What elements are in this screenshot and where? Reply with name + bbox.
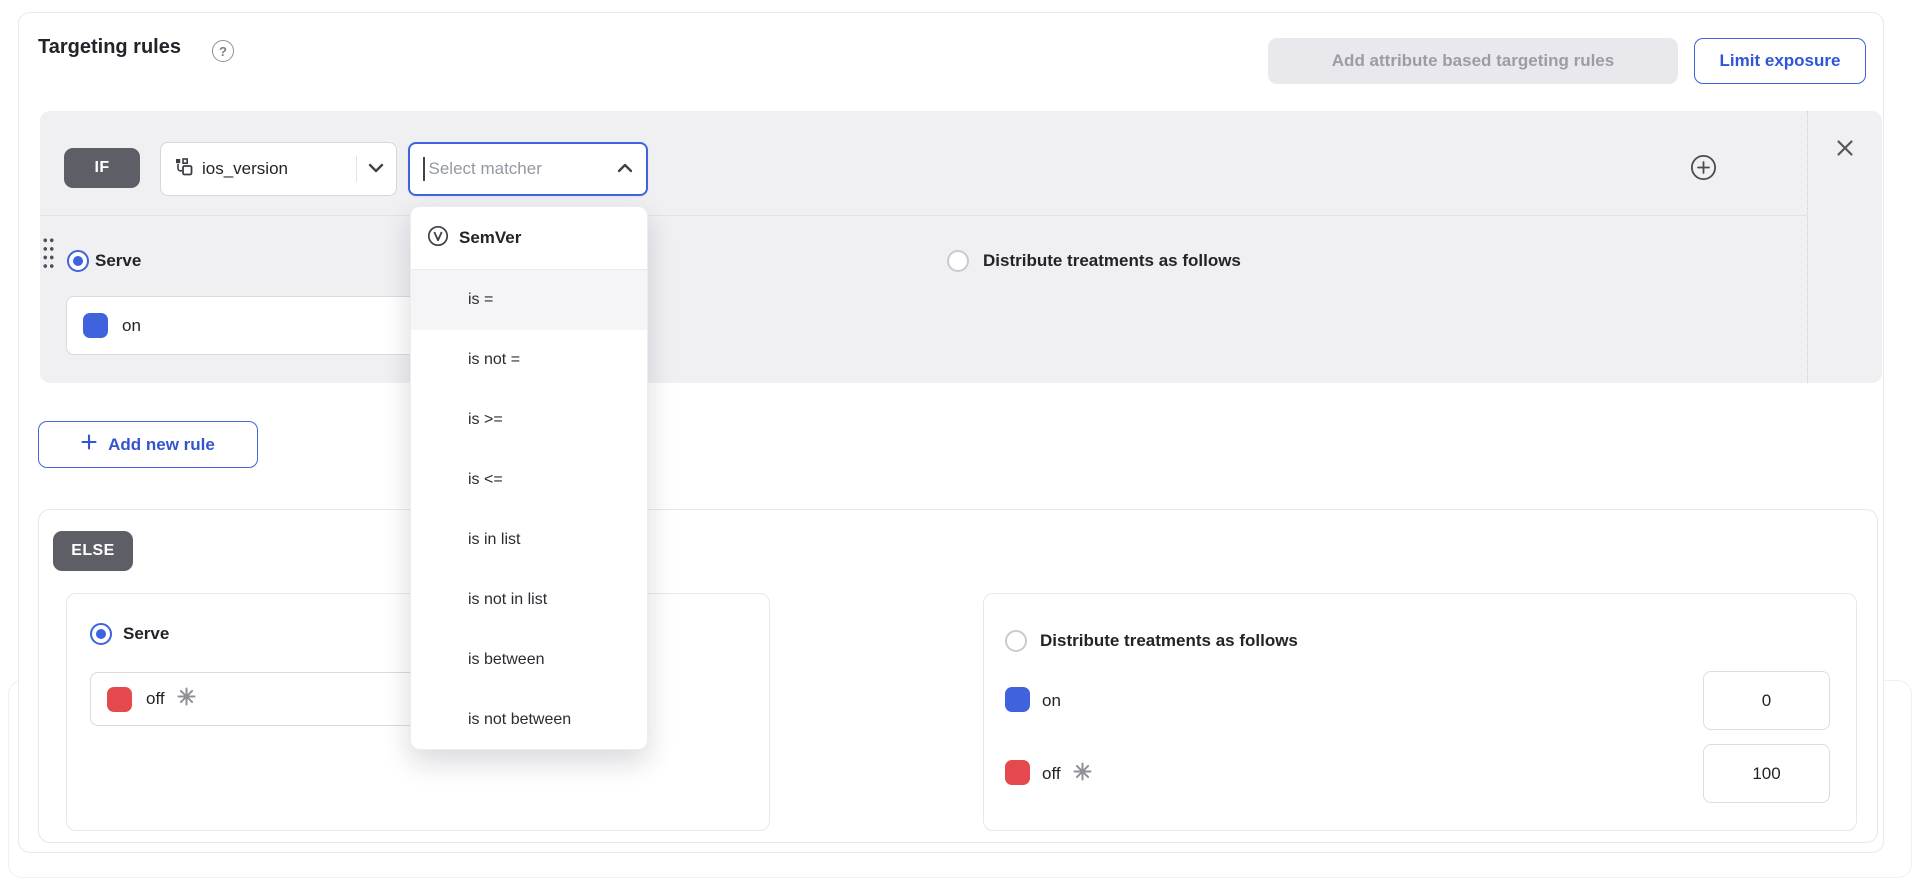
else-badge: ELSE [53,531,133,571]
else-treatment-select[interactable]: off [90,672,435,726]
help-icon[interactable]: ? [212,40,234,62]
matcher-option[interactable]: is not between [411,690,647,750]
else-serve-label: Serve [123,624,169,644]
rule-treatment-value: on [122,316,141,336]
else-distribute-radio[interactable] [1005,630,1027,652]
default-treatment-asterisk-icon [1073,762,1092,786]
treatment-on-swatch [83,313,108,338]
add-condition-icon[interactable] [1690,154,1717,181]
matcher-option[interactable]: is = [411,270,647,330]
add-attribute-rules-label: Add attribute based targeting rules [1332,51,1614,71]
default-treatment-asterisk-icon [177,687,196,711]
rule-distribute-radio[interactable] [947,250,969,272]
else-treatment-value: off [146,689,165,709]
matcher-group-header: SemVer [411,207,647,270]
attribute-select-separator [356,156,357,182]
matcher-select-input[interactable] [427,158,618,180]
rule-distribute-label: Distribute treatments as follows [983,251,1241,271]
else-distribute-label: Distribute treatments as follows [1040,631,1298,651]
plus-icon [81,434,97,455]
distribute-off-label: off [1042,764,1061,784]
matcher-option[interactable]: is between [411,630,647,690]
targeting-rules-page: Targeting rules ? Add attribute based ta… [0,0,1920,888]
distribute-off-percent-input[interactable] [1703,744,1830,803]
matcher-option[interactable]: is in list [411,510,647,570]
matcher-option[interactable]: is not in list [411,570,647,630]
treatment-off-swatch [1005,760,1030,785]
matcher-group-label: SemVer [459,228,521,248]
attribute-select-value: ios_version [202,159,288,179]
treatment-off-swatch [107,687,132,712]
page-title: Targeting rules [38,36,181,59]
rule-serve-radio[interactable] [67,250,89,272]
if-badge: IF [64,148,140,188]
matcher-option[interactable]: is >= [411,390,647,450]
limit-exposure-button[interactable]: Limit exposure [1694,38,1866,84]
attribute-select[interactable]: ios_version [160,142,397,196]
text-caret [423,157,425,181]
rule-card-divider [40,215,1807,216]
distribute-off-row-label: off [1042,762,1092,786]
distribute-on-percent-input[interactable] [1703,671,1830,730]
semver-icon [427,225,449,252]
matcher-dropdown-menu: SemVer is = is not = is >= is <= is in l… [410,206,648,750]
limit-exposure-label: Limit exposure [1720,51,1841,71]
rule-card-vertical-divider [1807,111,1808,383]
matcher-option[interactable]: is <= [411,450,647,510]
chevron-up-icon[interactable] [617,160,633,178]
distribute-on-label: on [1042,691,1061,711]
add-attribute-rules-button[interactable]: Add attribute based targeting rules [1268,38,1678,84]
add-new-rule-button[interactable]: Add new rule [38,421,258,468]
treatment-on-swatch [1005,687,1030,712]
rule-serve-label: Serve [95,251,141,271]
matcher-select[interactable] [408,142,648,196]
else-serve-radio[interactable] [90,623,112,645]
attribute-icon [174,157,194,182]
add-new-rule-label: Add new rule [108,435,215,455]
close-rule-icon[interactable] [1836,139,1854,157]
matcher-option[interactable]: is not = [411,330,647,390]
rule-drag-handle[interactable] [42,236,55,270]
chevron-down-icon[interactable] [368,160,384,178]
